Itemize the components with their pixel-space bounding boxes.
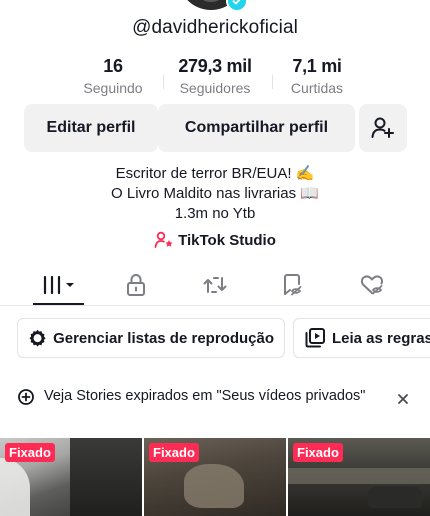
tab-private[interactable] (116, 272, 156, 298)
manage-playlists-label: Gerenciar listas de reprodução (53, 329, 274, 347)
repost-icon (203, 277, 227, 293)
stories-banner-text: Veja Stories expirados em "Seus vídeos p… (44, 388, 366, 404)
bio-line: 1.3m no Ytb (174, 205, 256, 222)
avatar-container[interactable] (178, 0, 252, 12)
favorites-hidden-icon (284, 274, 302, 296)
followers-stat[interactable]: 279,3 mil Seguidores (170, 56, 260, 96)
profile-stats: 16 Seguindo 279,3 mil Seguidores 7,1 mi … (0, 56, 430, 98)
tiktok-studio-link[interactable]: TikTok Studio (0, 231, 430, 249)
stories-banner[interactable]: Veja Stories expirados em "Seus vídeos p… (0, 370, 430, 432)
video-thumbnail[interactable]: Fixado (144, 438, 286, 516)
likes-stat[interactable]: 7,1 mi Curtidas (281, 56, 353, 96)
tab-favorites[interactable] (272, 272, 312, 298)
add-user-icon (371, 117, 394, 138)
stat-divider (163, 75, 164, 89)
pinned-badge: Fixado (293, 443, 343, 462)
pinned-badge: Fixado (149, 443, 199, 462)
video-grid: Fixado Fixado Fixado (0, 438, 430, 516)
active-tab-indicator (33, 303, 84, 305)
read-rules-label: Leia as regras (332, 329, 430, 347)
thumbnail-car (368, 486, 422, 508)
followers-count: 279,3 mil (178, 56, 252, 76)
tab-videos[interactable] (38, 272, 80, 298)
liked-hidden-icon (360, 275, 384, 295)
playlist-rules-icon (305, 328, 325, 348)
video-thumbnail[interactable]: Fixado (0, 438, 142, 516)
studio-label: TikTok Studio (178, 231, 276, 249)
story-add-icon (18, 389, 34, 405)
profile-bio: Escritor de terror BR/EUA! ✍️ O Livro Ma… (0, 164, 430, 224)
close-icon[interactable] (396, 392, 410, 406)
following-count: 16 (103, 56, 123, 76)
likes-count: 7,1 mi (292, 56, 342, 76)
tab-reposts[interactable] (195, 272, 235, 298)
edit-profile-button[interactable]: Editar perfil (24, 104, 158, 152)
studio-user-star-icon (154, 231, 173, 248)
read-rules-button[interactable]: Leia as regras (293, 318, 430, 358)
lock-icon (127, 273, 145, 296)
thumbnail-figure (184, 464, 244, 508)
thumbnail-shadow (70, 438, 142, 516)
likes-label: Curtidas (290, 80, 344, 96)
tab-liked[interactable] (352, 272, 392, 298)
grid-icon (43, 275, 74, 295)
username: @davidherickoficial (132, 17, 298, 38)
verified-badge-icon (226, 0, 248, 12)
bio-line: Escritor de terror BR/EUA! ✍️ (115, 165, 315, 182)
thumbnail-detail (288, 468, 430, 484)
pinned-badge: Fixado (5, 443, 55, 462)
followers-label: Seguidores (179, 80, 251, 96)
following-stat[interactable]: 16 Seguindo (80, 56, 146, 96)
share-profile-button[interactable]: Compartilhar perfil (158, 104, 355, 152)
bio-line: O Livro Maldito nas livrarias 📖 (111, 185, 319, 202)
profile-tabs (0, 264, 430, 306)
stat-divider (272, 75, 273, 89)
thumbnail-figure (0, 458, 30, 516)
video-thumbnail[interactable]: Fixado (288, 438, 430, 516)
following-label: Seguindo (83, 80, 143, 96)
add-friend-button[interactable] (359, 104, 407, 152)
manage-playlists-button[interactable]: Gerenciar listas de reprodução (17, 318, 285, 358)
gear-icon (29, 329, 46, 347)
